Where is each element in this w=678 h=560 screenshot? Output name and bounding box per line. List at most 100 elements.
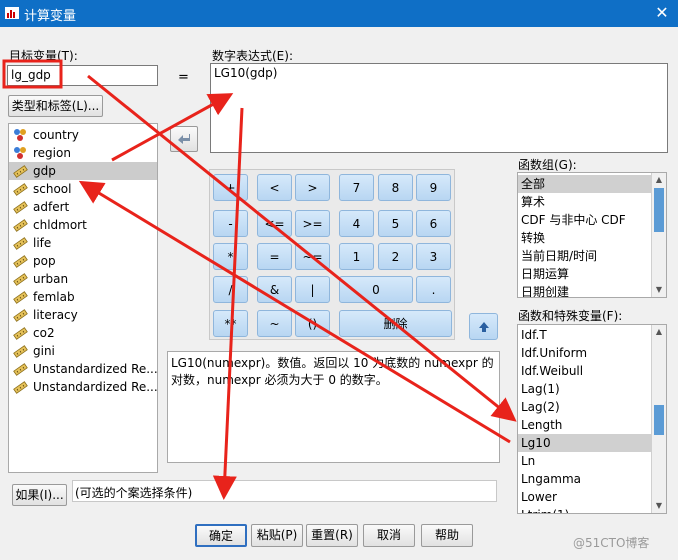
function-group-item[interactable]: 全部 xyxy=(518,175,666,193)
function-item[interactable]: Idf.Uniform xyxy=(518,344,666,362)
variable-list-item[interactable]: femlab xyxy=(9,288,157,306)
scrollbar-thumb[interactable] xyxy=(654,188,664,232)
spss-app-icon xyxy=(5,7,19,19)
watermark: @51CTO博客 xyxy=(573,536,650,550)
compute-variable-dialog: 计算变量 ✕ 目标变量(T): lg_gdp 类型和标签(L)... = 数字表… xyxy=(0,0,678,560)
if-condition-field: (可选的个案选择条件) xyxy=(72,480,497,502)
variable-name: country xyxy=(33,128,79,142)
function-group-item[interactable]: 当前日期/时间 xyxy=(518,247,666,265)
keypad-key[interactable]: 3 xyxy=(416,243,451,270)
function-item[interactable]: Length xyxy=(518,416,666,434)
functions-scrollbar[interactable]: ▲ ▼ xyxy=(651,325,666,513)
variable-list-item[interactable]: literacy xyxy=(9,306,157,324)
scroll-down-icon[interactable]: ▼ xyxy=(653,500,665,512)
keypad-key[interactable]: 6 xyxy=(416,210,451,237)
scroll-up-icon[interactable]: ▲ xyxy=(653,326,665,338)
function-group-item[interactable]: 算术 xyxy=(518,193,666,211)
arrow-up-icon xyxy=(478,322,489,332)
function-item[interactable]: Lag(1) xyxy=(518,380,666,398)
keypad-key[interactable]: . xyxy=(416,276,451,303)
keypad-key[interactable]: <= xyxy=(257,210,292,237)
keypad-key[interactable]: 删除 xyxy=(339,310,452,337)
move-up-button[interactable] xyxy=(469,313,498,340)
variable-list-item[interactable]: country xyxy=(9,126,157,144)
function-group-scrollbar[interactable]: ▲ ▼ xyxy=(651,173,666,297)
reset-button[interactable]: 重置(R) xyxy=(306,524,358,547)
keypad-key[interactable]: 7 xyxy=(339,174,374,201)
scroll-up-icon[interactable]: ▲ xyxy=(653,174,665,186)
keypad-key[interactable]: < xyxy=(257,174,292,201)
target-variable-input[interactable]: lg_gdp xyxy=(7,65,158,86)
target-variable-label: 目标变量(T): xyxy=(9,49,78,63)
function-item[interactable]: Ln xyxy=(518,452,666,470)
keypad-key[interactable]: 4 xyxy=(339,210,374,237)
scroll-down-icon[interactable]: ▼ xyxy=(653,284,665,296)
keypad-key[interactable]: 0 xyxy=(339,276,413,303)
variable-list-item[interactable]: Unstandardized Re... xyxy=(9,360,157,378)
keypad-key[interactable]: ~= xyxy=(295,243,330,270)
functions-list[interactable]: Idf.T Idf.Uniform Idf.Weibull Lag(1) Lag(2) L… xyxy=(517,324,667,514)
keypad-key[interactable]: () xyxy=(295,310,330,337)
variable-list-item[interactable]: region xyxy=(9,144,157,162)
keypad-key[interactable]: + xyxy=(213,174,248,201)
function-item[interactable]: Lg10 xyxy=(518,434,666,452)
keypad-key[interactable]: 1 xyxy=(339,243,374,270)
variable-list-item[interactable]: gdp xyxy=(9,162,157,180)
close-icon[interactable]: ✕ xyxy=(652,3,672,23)
variable-list-item[interactable]: chldmort xyxy=(9,216,157,234)
keypad-key[interactable]: 8 xyxy=(378,174,413,201)
function-group-item[interactable]: 转换 xyxy=(518,229,666,247)
keypad-key[interactable]: 2 xyxy=(378,243,413,270)
variable-list-item[interactable]: adfert xyxy=(9,198,157,216)
scale-ruler-icon xyxy=(13,183,28,196)
scrollbar-thumb[interactable] xyxy=(654,405,664,435)
keypad-key[interactable]: 9 xyxy=(416,174,451,201)
variable-list-item[interactable]: Unstandardized Re... xyxy=(9,378,157,396)
function-group-item[interactable]: 日期运算 xyxy=(518,265,666,283)
variable-list-item[interactable]: urban xyxy=(9,270,157,288)
variable-name: school xyxy=(33,182,72,196)
variable-list-item[interactable]: school xyxy=(9,180,157,198)
variable-name: Unstandardized Re... xyxy=(33,362,158,376)
variable-list[interactable]: country region gdp school adfert chldmort life… xyxy=(8,123,158,473)
scale-ruler-icon xyxy=(13,363,28,376)
type-and-label-button[interactable]: 类型和标签(L)... xyxy=(8,95,103,117)
keypad-key[interactable]: = xyxy=(257,243,292,270)
ok-button[interactable]: 确定 xyxy=(195,524,247,547)
keypad-key[interactable]: * xyxy=(213,243,248,270)
help-button[interactable]: 帮助 xyxy=(421,524,473,547)
variable-list-item[interactable]: co2 xyxy=(9,324,157,342)
keypad-key[interactable]: > xyxy=(295,174,330,201)
function-item[interactable]: Idf.Weibull xyxy=(518,362,666,380)
variable-name: pop xyxy=(33,254,56,268)
scale-ruler-icon xyxy=(13,327,28,340)
function-item[interactable]: Ltrim(1) xyxy=(518,506,666,513)
variable-list-item[interactable]: life xyxy=(9,234,157,252)
keypad-key[interactable]: >= xyxy=(295,210,330,237)
keypad-key[interactable]: ** xyxy=(213,310,248,337)
nominal-icon xyxy=(14,147,26,159)
function-group-list[interactable]: 全部 算术 CDF 与非中心 CDF 转换 当前日期/时间 日期运算 日期创建 ▲ ▼ xyxy=(517,172,667,298)
functions-label: 函数和特殊变量(F): xyxy=(518,309,623,323)
function-group-item[interactable]: CDF 与非中心 CDF xyxy=(518,211,666,229)
function-group-item[interactable]: 日期创建 xyxy=(518,283,666,297)
keypad-key[interactable]: ~ xyxy=(257,310,292,337)
function-item[interactable]: Lag(2) xyxy=(518,398,666,416)
paste-button[interactable]: 粘贴(P) xyxy=(251,524,303,547)
if-button[interactable]: 如果(I)... xyxy=(12,484,67,506)
keypad-key[interactable]: 5 xyxy=(378,210,413,237)
function-item[interactable]: Lower xyxy=(518,488,666,506)
numeric-expression-label: 数字表达式(E): xyxy=(212,49,293,63)
cancel-button[interactable]: 取消 xyxy=(363,524,415,547)
keypad-key[interactable]: | xyxy=(295,276,330,303)
scale-ruler-icon xyxy=(13,165,28,178)
keypad-key[interactable]: & xyxy=(257,276,292,303)
variable-list-item[interactable]: gini xyxy=(9,342,157,360)
keypad-key[interactable]: - xyxy=(213,210,248,237)
numeric-expression-input[interactable]: LG10(gdp) xyxy=(210,63,668,153)
function-item[interactable]: Lngamma xyxy=(518,470,666,488)
keypad-key[interactable]: / xyxy=(213,276,248,303)
variable-list-item[interactable]: pop xyxy=(9,252,157,270)
move-to-expression-button[interactable] xyxy=(170,126,198,152)
function-item[interactable]: Idf.T xyxy=(518,326,666,344)
